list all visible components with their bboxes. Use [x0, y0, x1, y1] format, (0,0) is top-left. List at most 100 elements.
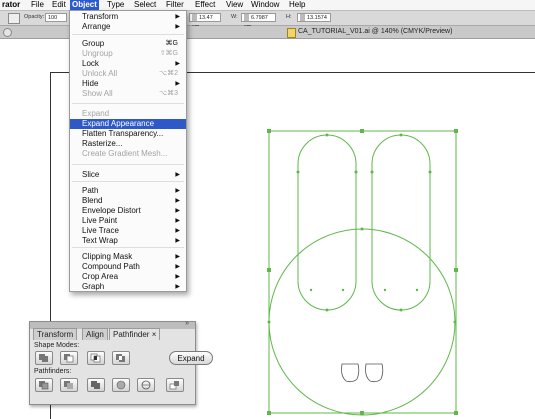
divide-icon: [39, 381, 49, 390]
collapse-icon[interactable]: »: [185, 320, 189, 327]
menu-item-live-paint[interactable]: Live Paint ▶: [70, 216, 186, 226]
menu-item-graph[interactable]: Graph ▶: [70, 282, 186, 292]
menu-item-label: Text Wrap: [82, 236, 118, 245]
divide-button[interactable]: [35, 378, 53, 392]
menu-item-flatten-transparency[interactable]: Flatten Transparency...: [70, 129, 186, 139]
menu-item-group[interactable]: Group ⌘G: [70, 39, 186, 49]
shortcut-label: ⇧⌘G: [159, 50, 178, 57]
menu-separator: [72, 164, 184, 165]
object-menu-dropdown: Transform ▶ Arrange ▶ Group ⌘G Ungroup ⇧⌘G Lock ▶…: [69, 10, 187, 292]
menu-item-hide[interactable]: Hide ▶: [70, 79, 186, 89]
tab-pathfinder[interactable]: Pathfinder ×: [109, 328, 161, 340]
unite-icon: [39, 354, 48, 362]
menu-item-ungroup: Ungroup ⇧⌘G: [70, 49, 186, 59]
minus-back-button[interactable]: [166, 378, 184, 392]
submenu-arrow-icon: ▶: [175, 254, 180, 260]
menu-item-arrange[interactable]: Arrange ▶: [70, 22, 186, 32]
trim-icon: [64, 381, 73, 389]
pathfinder-panel: » Transform Align Pathfinder × Shape Mod…: [29, 320, 213, 405]
submenu-arrow-icon: ▶: [175, 188, 180, 194]
menu-item-transform[interactable]: Transform ▶: [70, 12, 186, 22]
menu-item-lock[interactable]: Lock ▶: [70, 59, 186, 69]
right-tooth-path: [365, 363, 384, 383]
tab-align[interactable]: Align: [82, 328, 108, 340]
trim-button[interactable]: [60, 378, 78, 392]
minus-back-icon: [169, 381, 179, 390]
menu-item-label: Unlock All: [82, 69, 118, 78]
submenu-arrow-icon: ▶: [175, 61, 180, 67]
menu-item-create-gradient-mesh: Create Gradient Mesh...: [70, 149, 186, 159]
submenu-arrow-icon: ▶: [175, 24, 180, 30]
outline-button[interactable]: [137, 378, 155, 392]
menu-item-label: Crop Area: [82, 272, 119, 281]
right-ear-path: [371, 134, 431, 311]
unite-button[interactable]: [35, 351, 53, 365]
menu-item-compound-path[interactable]: Compound Path ▶: [70, 262, 186, 272]
menu-item-label: Flatten Transparency...: [82, 129, 164, 138]
intersect-button[interactable]: [87, 351, 105, 365]
menu-item-expand-appearance[interactable]: Expand Appearance: [70, 119, 186, 129]
expand-button[interactable]: Expand: [169, 351, 213, 365]
left-tooth-path: [341, 363, 360, 383]
menu-item-blend[interactable]: Blend ▶: [70, 196, 186, 206]
minus-front-button[interactable]: [60, 351, 78, 365]
menu-item-label: Compound Path: [82, 262, 140, 271]
menu-item-expand: Expand: [70, 109, 186, 119]
menu-item-label: Blend: [82, 196, 103, 205]
menu-item-live-trace[interactable]: Live Trace ▶: [70, 226, 186, 236]
left-ear-path: [297, 134, 357, 311]
intersect-icon: [90, 353, 101, 363]
menu-item-label: Create Gradient Mesh...: [82, 149, 168, 158]
menu-item-label: Envelope Distort: [82, 206, 141, 215]
menu-item-path[interactable]: Path ▶: [70, 186, 186, 196]
minus-front-icon: [64, 354, 74, 363]
merge-button[interactable]: [87, 378, 105, 392]
submenu-arrow-icon: ▶: [175, 218, 180, 224]
menu-item-show-all: Show All ⌥⌘3: [70, 89, 186, 99]
submenu-arrow-icon: ▶: [175, 81, 180, 87]
menu-item-text-wrap[interactable]: Text Wrap ▶: [70, 236, 186, 246]
menu-item-label: Slice: [82, 170, 100, 179]
exclude-button[interactable]: [112, 351, 130, 365]
crop-button[interactable]: [112, 378, 130, 392]
merge-icon: [91, 381, 100, 389]
menu-separator: [72, 34, 184, 35]
exclude-icon: [116, 354, 125, 362]
submenu-arrow-icon: ▶: [175, 274, 180, 280]
shortcut-label: ⌘G: [165, 40, 178, 47]
submenu-arrow-icon: ▶: [175, 208, 180, 214]
submenu-arrow-icon: ▶: [175, 172, 180, 178]
menu-item-clipping-mask[interactable]: Clipping Mask ▶: [70, 252, 186, 262]
selection-bounding-box: [268, 130, 457, 414]
menu-item-label: Arrange: [82, 22, 111, 31]
menu-separator: [72, 103, 184, 104]
menu-item-label: Rasterize...: [82, 139, 123, 148]
outline-icon: [141, 380, 151, 390]
submenu-arrow-icon: ▶: [175, 238, 180, 244]
menu-item-label: Clipping Mask: [82, 252, 133, 261]
menu-item-label: Graph: [82, 282, 105, 291]
submenu-arrow-icon: ▶: [175, 228, 180, 234]
head-path: [268, 228, 456, 416]
close-icon[interactable]: ×: [152, 330, 157, 339]
pathfinders-label: Pathfinders:: [34, 368, 72, 375]
menu-item-label: Live Paint: [82, 216, 118, 225]
menu-item-rasterize[interactable]: Rasterize...: [70, 139, 186, 149]
menu-item-slice[interactable]: Slice ▶: [70, 170, 186, 180]
menu-item-label: Expand: [82, 109, 110, 118]
menu-item-label: Hide: [82, 79, 99, 88]
menu-separator: [72, 181, 184, 182]
tab-transform[interactable]: Transform: [33, 328, 78, 340]
menu-item-label: Show All: [82, 89, 113, 98]
menu-item-label: Transform: [82, 12, 119, 21]
menu-item-unlock-all: Unlock All ⌥⌘2: [70, 69, 186, 79]
menu-item-label: Path: [82, 186, 99, 195]
menu-item-label: Live Trace: [82, 226, 119, 235]
menu-separator: [72, 247, 184, 248]
shape-modes-label: Shape Modes:: [34, 342, 80, 349]
menu-item-envelope-distort[interactable]: Envelope Distort ▶: [70, 206, 186, 216]
submenu-arrow-icon: ▶: [175, 198, 180, 204]
menu-item-label: Lock: [82, 59, 99, 68]
menu-item-label: Group: [82, 39, 105, 48]
menu-item-crop-area[interactable]: Crop Area ▶: [70, 272, 186, 282]
